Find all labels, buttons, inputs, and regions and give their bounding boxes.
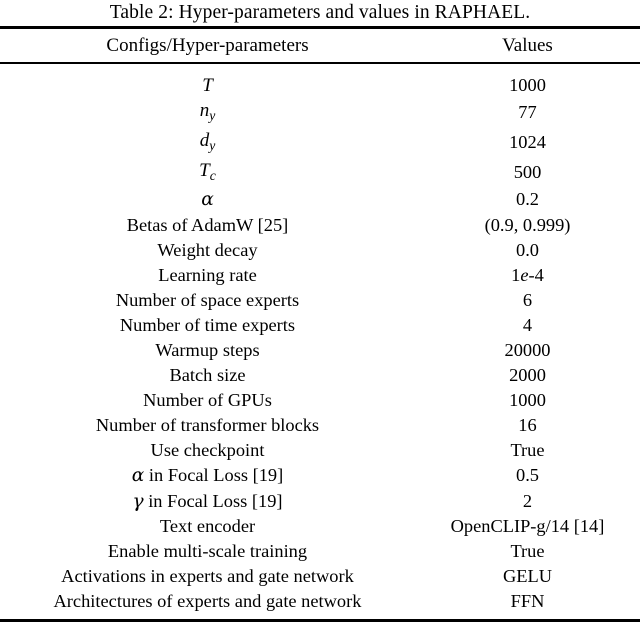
hyperparameters-table: Configs/Hyper-parameters Values [0,29,640,62]
config-cell: Tc [199,159,216,183]
value-cell: 500 [513,161,542,182]
column-header-values: Values [502,35,553,56]
config-cell: dy [199,129,216,153]
table-row: Number of GPUs 1000 [0,388,640,413]
value-cell: 1000 [509,390,546,411]
table-row: Betas of AdamW [25] (0.9, 0.999) [0,213,640,238]
table-row: dy 1024 [0,128,640,158]
config-cell: α [201,189,214,211]
value-cell: 0.2 [516,189,539,210]
config-cell: Use checkpoint [150,440,265,461]
table-row: Tc 500 [0,158,640,188]
config-cell: Architectures of experts and gate networ… [53,590,362,611]
table-header-row: Configs/Hyper-parameters Values [0,29,640,62]
table-row: Number of space experts 6 [0,288,640,313]
hyperparameters-table-body: T 1000 ny 77 dy 1024 Tc 500 α 0.2 Betas of AdamW [… [0,64,640,619]
table-row: Weight decay 0.0 [0,238,640,263]
config-cell: Learning rate [158,264,257,285]
config-cell: Weight decay [157,239,258,260]
table-row: Architectures of experts and gate networ… [0,589,640,619]
table-row: Enable multi-scale training True [0,539,640,564]
value-cell: 77 [518,102,537,123]
table-row: γ in Focal Loss [19] 2 [0,489,640,514]
value-cell: 1024 [509,132,546,153]
config-cell: γ in Focal Loss [19] [132,490,283,512]
config-cell: α in Focal Loss [19] [131,465,284,487]
value-cell: True [510,540,545,561]
value-cell: 0.5 [516,465,539,486]
table-row: Number of time experts 4 [0,313,640,338]
config-cell: Betas of AdamW [25] [126,214,289,235]
table-row: Batch size 2000 [0,363,640,388]
value-cell: 1000 [509,74,546,95]
column-header-configs: Configs/Hyper-parameters [106,35,309,56]
table-caption: Table 2: Hyper-parameters and values in … [109,2,531,23]
value-cell: 4 [522,314,533,335]
table-bottom-rule [0,619,640,622]
config-cell: Enable multi-scale training [107,540,308,561]
table-row: ny 77 [0,98,640,128]
config-cell: T [202,74,213,96]
value-cell: 1e-4 [511,264,544,285]
value-cell: True [510,440,545,461]
config-cell: Number of GPUs [143,390,272,411]
value-cell: 16 [518,415,537,436]
config-cell: Warmup steps [155,340,260,361]
config-cell: Batch size [169,365,246,386]
table-row: Text encoder OpenCLIP-g/14 [14] [0,514,640,539]
value-cell: 6 [522,289,533,310]
table-row: Activations in experts and gate network G… [0,564,640,589]
value-cell: 2000 [509,365,546,386]
table-row: α 0.2 [0,187,640,212]
config-cell: Text encoder [159,515,256,536]
config-cell: Number of space experts [115,289,300,310]
table-row: Use checkpoint True [0,438,640,463]
config-cell: ny [199,99,216,123]
value-cell: GELU [502,565,553,586]
value-cell: OpenCLIP-g/14 [14] [450,515,605,536]
value-cell: FFN [510,590,545,611]
value-cell: 20000 [504,340,551,361]
config-cell: Number of time experts [119,314,296,335]
table-figure: Table 2: Hyper-parameters and values in … [0,0,640,622]
value-cell: 0.0 [516,239,539,260]
value-cell: 2 [522,490,533,511]
config-cell: Activations in experts and gate network [61,565,354,586]
value-cell: (0.9, 0.999) [484,214,571,235]
config-cell: Number of transformer blocks [95,415,320,436]
table-body: T 1000 ny 77 dy 1024 Tc 500 α 0.2 Betas of AdamW [… [0,64,640,619]
table-row: T 1000 [0,64,640,98]
table-row: Number of transformer blocks 16 [0,413,640,438]
table-row: Warmup steps 20000 [0,338,640,363]
table-row: Learning rate 1e-4 [0,263,640,288]
table-row: α in Focal Loss [19] 0.5 [0,463,640,488]
